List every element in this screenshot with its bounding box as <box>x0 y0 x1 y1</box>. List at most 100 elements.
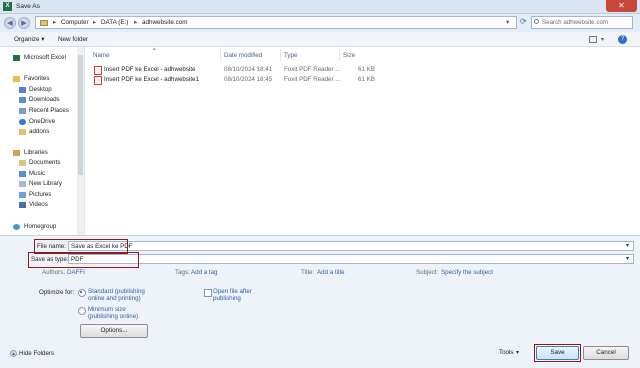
libraries-icon <box>13 150 20 156</box>
sort-indicator-icon: ▴ <box>153 46 156 52</box>
highlight-save-type <box>28 252 139 268</box>
tags-value[interactable]: Add a tag <box>191 269 218 276</box>
title-label: Title: <box>301 269 315 276</box>
sidebar-item-new-library[interactable]: New Library <box>29 180 62 187</box>
sidebar-item-documents[interactable]: Documents <box>29 159 60 166</box>
documents-icon <box>19 160 26 166</box>
sidebar-item-videos[interactable]: Videos <box>29 201 48 208</box>
downloads-icon <box>19 97 26 103</box>
chevron-up-icon[interactable]: ▴ <box>10 350 17 357</box>
radio-dot <box>80 291 82 293</box>
file-list: Name ▴ Date modified Type Size Insert PD… <box>85 46 640 235</box>
save-type-select[interactable]: PDF ▾ <box>68 254 634 264</box>
crumb-folder[interactable]: adhwebsite.com <box>142 19 188 26</box>
file-name[interactable]: Insert PDF ke Excel - adhwebsite1 <box>104 76 199 83</box>
recent-places-icon <box>19 108 26 114</box>
sidebar-item-libraries[interactable]: Libraries <box>24 149 48 156</box>
folder-icon <box>19 129 26 135</box>
organize-button[interactable]: Organize ▾ <box>14 36 44 43</box>
desktop-icon <box>19 87 26 93</box>
title-bar <box>0 0 640 14</box>
excel-app-icon: X <box>3 2 12 11</box>
radio-minimum[interactable] <box>78 307 86 315</box>
column-header-type[interactable]: Type <box>284 52 297 59</box>
sidebar-item-desktop[interactable]: Desktop <box>29 86 52 93</box>
crumb-separator-icon: ▸ <box>53 19 57 26</box>
column-header-size[interactable]: Size <box>343 52 355 59</box>
file-name[interactable]: Insert PDF ke Excel - adhwebsite <box>104 66 195 73</box>
chevron-down-icon[interactable]: ▾ <box>516 349 519 356</box>
column-divider[interactable] <box>220 49 221 61</box>
excel-icon <box>13 55 20 61</box>
column-header-date[interactable]: Date modified <box>224 52 262 59</box>
chevron-down-icon[interactable]: ▾ <box>601 36 604 43</box>
chevron-down-icon[interactable]: ▾ <box>626 255 629 262</box>
title-value[interactable]: Add a title <box>317 269 345 276</box>
file-date: 08/10/2024 18:45 <box>224 76 273 83</box>
open-after-line1[interactable]: Open file after <box>213 288 252 295</box>
option-standard-line2[interactable]: online and printing) <box>88 295 141 302</box>
file-name-input[interactable]: Save as Excel ke PDF ▾ <box>68 241 634 251</box>
sidebar-scrollbar-thumb[interactable] <box>78 55 83 175</box>
crumb-computer[interactable]: Computer <box>61 19 89 26</box>
tags-label: Tags: <box>175 269 190 276</box>
column-divider[interactable] <box>280 49 281 61</box>
radio-standard[interactable] <box>78 289 86 297</box>
sidebar-item-recent-places[interactable]: Recent Places <box>29 107 69 114</box>
search-input[interactable]: Search adhwebsite.com <box>531 16 633 29</box>
address-bar[interactable]: ▸ Computer ▸ DATA (E:) ▸ adhwebsite.com … <box>35 16 517 29</box>
sidebar-item-onedrive[interactable]: OneDrive <box>29 118 55 125</box>
option-standard-line1[interactable]: Standard (publishing <box>88 288 145 295</box>
onedrive-icon <box>19 119 26 125</box>
subject-value[interactable]: Specify the subject <box>441 269 493 276</box>
crumb-separator-icon: ▸ <box>134 19 138 26</box>
authors-label: Authors: <box>42 269 66 276</box>
file-type: Foxit PDF Reader ... <box>284 66 341 73</box>
crumb-drive[interactable]: DATA (E:) <box>101 19 128 26</box>
column-header-name[interactable]: Name <box>93 52 110 59</box>
videos-icon <box>19 202 26 208</box>
sidebar-item-addons[interactable]: addons <box>29 128 49 135</box>
save-button[interactable]: Save <box>536 346 579 360</box>
sidebar-item-microsoft-excel[interactable]: Microsoft Excel <box>24 54 66 61</box>
file-type: Foxit PDF Reader ... <box>284 76 341 83</box>
sidebar-item-downloads[interactable]: Downloads <box>29 96 60 103</box>
sidebar-item-pictures[interactable]: Pictures <box>29 191 51 198</box>
chevron-down-icon[interactable]: ▾ <box>506 19 509 26</box>
optimize-label: Optimize for: <box>39 289 75 296</box>
open-after-line2[interactable]: publishing <box>213 295 241 302</box>
window-title: Save As <box>16 3 40 10</box>
help-icon[interactable]: ? <box>618 35 627 44</box>
tools-button[interactable]: Tools <box>499 349 513 356</box>
crumb-separator-icon: ▸ <box>93 19 97 26</box>
file-size: 61 KB <box>358 76 375 83</box>
open-after-checkbox[interactable] <box>204 289 212 297</box>
option-minimum-line2[interactable]: (publishing online) <box>88 313 138 320</box>
forward-arrow-icon[interactable]: ▶ <box>18 17 30 29</box>
view-icon[interactable] <box>589 36 597 43</box>
toolbar: Organize ▾ New folder ▾ ? <box>0 32 640 47</box>
hide-folders-button[interactable]: Hide Folders <box>19 350 54 357</box>
option-minimum-line1[interactable]: Minimum size <box>88 306 126 313</box>
library-icon <box>19 181 26 187</box>
pdf-file-icon <box>94 66 102 75</box>
column-divider[interactable] <box>339 49 340 61</box>
options-button[interactable]: Options... <box>80 324 148 338</box>
chevron-down-icon[interactable]: ▾ <box>626 242 629 249</box>
music-icon <box>19 171 26 177</box>
star-icon <box>13 76 20 82</box>
sidebar-item-favorites[interactable]: Favorites <box>24 75 49 82</box>
cancel-button[interactable]: Cancel <box>583 346 629 360</box>
folder-icon <box>40 20 48 26</box>
search-icon <box>534 19 539 24</box>
authors-value[interactable]: DAFFI <box>67 269 85 276</box>
sidebar-item-music[interactable]: Music <box>29 170 45 177</box>
sidebar-item-homegroup[interactable]: Homegroup <box>24 223 56 230</box>
refresh-icon[interactable]: ⟳ <box>520 17 529 28</box>
back-arrow-icon[interactable]: ◀ <box>4 17 16 29</box>
new-folder-button[interactable]: New folder <box>58 36 88 43</box>
file-date: 08/10/2024 18:41 <box>224 66 273 73</box>
file-size: 61 KB <box>358 66 375 73</box>
close-button[interactable]: ✕ <box>606 0 637 12</box>
pictures-icon <box>19 192 26 198</box>
